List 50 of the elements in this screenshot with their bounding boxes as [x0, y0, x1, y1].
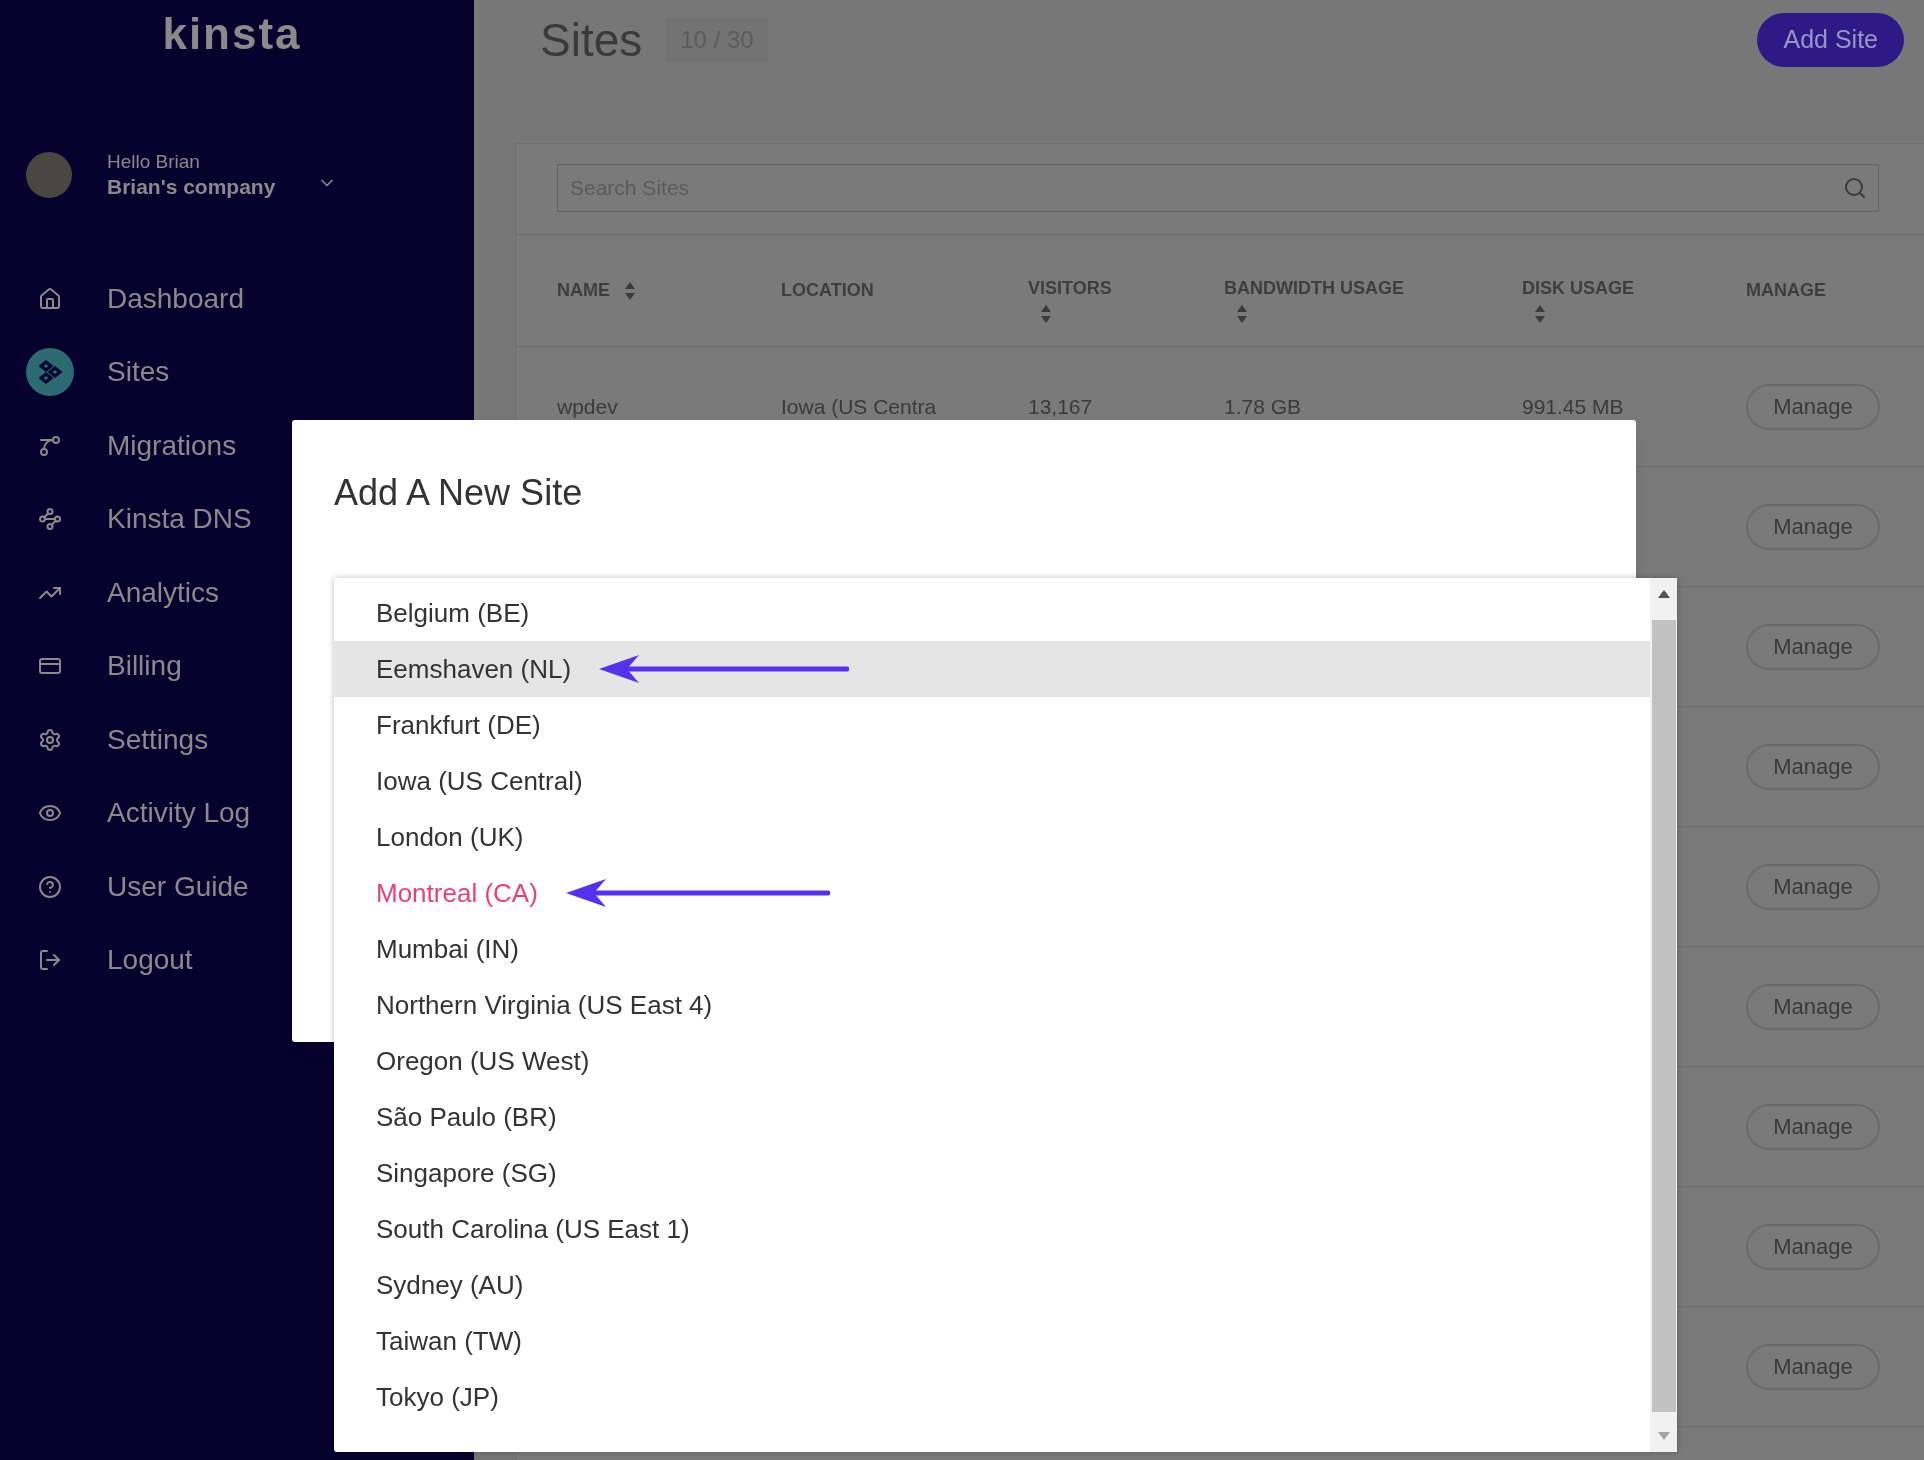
table-cell: wpdev: [557, 394, 618, 418]
greeting: Hello Brian: [107, 150, 201, 174]
waypoints-icon: [38, 507, 62, 532]
scroll-up-icon[interactable]: [1657, 590, 1670, 598]
location-option[interactable]: Sydney (AU): [334, 1257, 1650, 1313]
sort-icon[interactable]: [1236, 304, 1248, 324]
location-option[interactable]: Northern Virginia (US East 4): [334, 977, 1650, 1033]
sidebar-item[interactable]: Dashboard: [0, 262, 474, 336]
sidebar-item[interactable]: Sites: [0, 335, 474, 409]
location-option[interactable]: South Carolina (US East 1): [334, 1201, 1650, 1257]
logo[interactable]: kinsta: [162, 12, 302, 56]
location-option[interactable]: Mumbai (IN): [334, 921, 1650, 977]
home-icon: [38, 286, 62, 311]
column-header: VISITORS: [1028, 277, 1112, 300]
column-header: LOCATION: [781, 279, 874, 302]
page-title: Sites: [540, 12, 643, 68]
location-option[interactable]: Tokyo (JP): [334, 1369, 1650, 1425]
location-option[interactable]: Oregon (US West): [334, 1033, 1650, 1089]
scrollbar[interactable]: [1650, 578, 1677, 1452]
settings-icon: [38, 727, 62, 752]
add-site-button[interactable]: Add Site: [1757, 13, 1904, 67]
location-option[interactable]: Taiwan (TW): [334, 1313, 1650, 1369]
diamonds-icon: [37, 359, 63, 386]
avatar[interactable]: [26, 152, 72, 198]
column-header: DISK USAGE: [1522, 277, 1635, 300]
location-option[interactable]: Belgium (BE): [334, 585, 1650, 641]
location-option[interactable]: Montreal (CA): [334, 865, 1650, 921]
table-cell: 1.78 GB: [1224, 394, 1302, 418]
scroll-down-icon[interactable]: [1657, 1432, 1670, 1440]
sort-icon[interactable]: [1040, 304, 1052, 324]
sort-icon[interactable]: [1534, 304, 1546, 324]
logout-icon: [38, 948, 62, 973]
search-icon[interactable]: [1843, 176, 1867, 200]
location-option[interactable]: Eemshaven (NL): [334, 641, 1650, 697]
location-option[interactable]: London (UK): [334, 809, 1650, 865]
table-cell: Iowa (US Centra: [781, 394, 937, 418]
merge-arrow-icon: [38, 433, 62, 458]
location-option[interactable]: Frankfurt (DE): [334, 697, 1650, 753]
table-cell: 13,167: [1028, 394, 1093, 418]
location-option[interactable]: Singapore (SG): [334, 1145, 1650, 1201]
column-header: MANAGE: [1746, 279, 1826, 302]
sort-icon[interactable]: [624, 280, 636, 301]
column-header: NAME: [557, 279, 610, 302]
company-name[interactable]: Brian's company: [107, 173, 276, 200]
location-option[interactable]: São Paulo (BR): [334, 1089, 1650, 1145]
help-icon: [38, 874, 62, 899]
table-cell: 991.45 MB: [1522, 394, 1624, 418]
location-option[interactable]: Iowa (US Central): [334, 753, 1650, 809]
column-header: BANDWIDTH USAGE: [1224, 277, 1404, 300]
dialog-title: Add A New Site: [334, 472, 583, 513]
